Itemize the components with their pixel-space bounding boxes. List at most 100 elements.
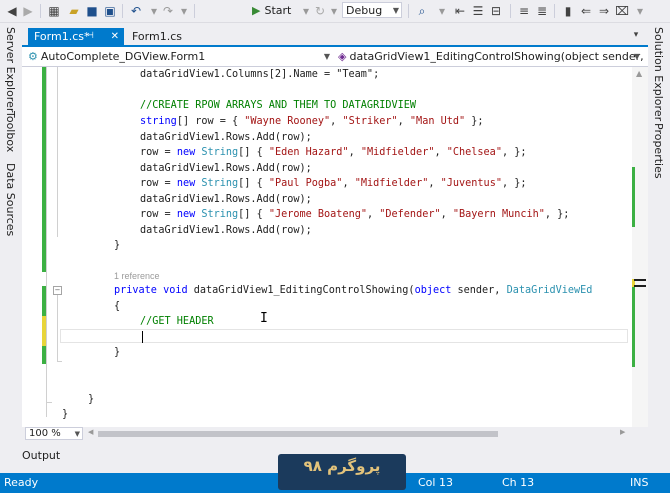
code-line: row = new String[] { "Jerome Boateng", "… bbox=[140, 209, 570, 220]
zoom-level-value: 100 % bbox=[29, 428, 61, 439]
class-scope-dropdown[interactable]: ⚙ AutoComplete_DGView.Form1 ▼ bbox=[28, 49, 334, 64]
undo-icon[interactable]: ↶ bbox=[128, 3, 144, 19]
scrollbar-change-marker bbox=[632, 287, 635, 367]
toolbar-separator bbox=[122, 4, 123, 18]
right-tool-window-strip: Solution Explorer Properties bbox=[648, 23, 670, 453]
code-string: "Jerome Boateng" bbox=[268, 209, 367, 220]
format-icon[interactable]: ☰ bbox=[470, 3, 486, 19]
navigation-bar: ⚙ AutoComplete_DGView.Form1 ▼ ◈ dataGridVie… bbox=[22, 47, 648, 67]
new-project-icon[interactable]: ▦ bbox=[46, 3, 62, 19]
outline-guide bbox=[46, 67, 47, 417]
code-keyword: new bbox=[176, 178, 196, 189]
uncomment-icon[interactable]: ≣ bbox=[534, 3, 550, 19]
left-tool-window-strip: Server Explorer Toolbox Data Sources bbox=[0, 23, 22, 453]
collapse-toggle-icon[interactable]: − bbox=[53, 286, 62, 295]
toolbar-separator bbox=[510, 4, 511, 18]
code-line: dataGridView1.Rows.Add(row); bbox=[140, 223, 312, 239]
code-keyword: private bbox=[114, 285, 157, 296]
find-dropdown-icon[interactable]: ▾ bbox=[434, 3, 450, 19]
status-char: Ch 13 bbox=[502, 476, 535, 489]
outline-icon[interactable]: ⊟ bbox=[488, 3, 504, 19]
redo-icon[interactable]: ↷ bbox=[160, 3, 176, 19]
bookmark-clear-icon[interactable]: ⌧ bbox=[614, 3, 630, 19]
tab-form1-cs[interactable]: Form1.cs* ⊣ ✕ bbox=[28, 28, 124, 45]
redo-dropdown-icon[interactable]: ▾ bbox=[176, 3, 192, 19]
zoom-level-select[interactable]: 100 % ▼ bbox=[25, 427, 83, 440]
code-string: "Wayne Rooney" bbox=[244, 116, 331, 127]
code-lens-reference[interactable]: 1 reference bbox=[114, 271, 160, 281]
bookmark-icon[interactable]: ▮ bbox=[560, 3, 576, 19]
output-window-tab[interactable]: Output bbox=[22, 449, 72, 463]
server-explorer-tab[interactable]: Server Explorer bbox=[4, 27, 17, 112]
chevron-down-icon: ▼ bbox=[323, 52, 330, 61]
code-line: //GET HEADER bbox=[140, 314, 214, 330]
scrollbar-thumb[interactable] bbox=[98, 431, 498, 437]
code-text: { bbox=[114, 301, 121, 312]
toolbar-separator bbox=[554, 4, 555, 18]
toolbar-separator bbox=[408, 4, 409, 18]
code-string: "Midfielder" bbox=[354, 178, 429, 189]
find-icon[interactable]: ⌕ bbox=[414, 3, 430, 19]
method-icon: ◈ bbox=[338, 50, 347, 63]
back-icon[interactable]: ◀ bbox=[4, 3, 20, 19]
solution-config-value: Debug bbox=[346, 4, 383, 17]
toolbox-tab[interactable]: Toolbox bbox=[4, 111, 17, 152]
solution-config-select[interactable]: Debug ▼ bbox=[342, 2, 402, 18]
code-keyword: new bbox=[176, 209, 196, 220]
code-string: "Chelsea" bbox=[446, 147, 502, 158]
toolbar-overflow-icon[interactable]: ▾ bbox=[632, 3, 648, 19]
save-icon[interactable]: ■ bbox=[84, 3, 100, 19]
solution-explorer-tab[interactable]: Solution Explorer bbox=[652, 27, 665, 121]
vertical-scrollbar[interactable]: ▲ bbox=[632, 67, 648, 427]
pin-icon[interactable]: ⊣ bbox=[86, 28, 94, 45]
code-text: } bbox=[88, 394, 95, 405]
open-folder-icon[interactable]: ▰ bbox=[66, 3, 82, 19]
code-comment: //GET HEADER bbox=[140, 316, 214, 327]
close-icon[interactable]: ✕ bbox=[111, 28, 119, 45]
code-type: String bbox=[201, 147, 239, 158]
code-text: dataGridView1.Rows.Add(row); bbox=[140, 194, 312, 205]
code-text: dataGridView1_EditingControlShowing( bbox=[187, 285, 415, 296]
scroll-right-icon[interactable]: ▶ bbox=[620, 428, 625, 436]
tab-form1-design[interactable]: Form1.cs [Design]* bbox=[126, 28, 236, 60]
data-sources-tab[interactable]: Data Sources bbox=[4, 163, 17, 236]
forward-icon[interactable]: ▶ bbox=[20, 3, 36, 19]
code-editor[interactable]: − dataGridView1.Columns[2].Name = "Team"… bbox=[22, 67, 632, 427]
current-line-highlight bbox=[60, 329, 628, 343]
editor-bottom-bar: 100 % ▼ ◀ ▶ bbox=[22, 427, 648, 441]
start-label: Start bbox=[264, 4, 292, 17]
bookmark-prev-icon[interactable]: ⇐ bbox=[578, 3, 594, 19]
class-scope-value: AutoComplete_DGView.Form1 bbox=[40, 50, 206, 63]
code-text: [] row = { bbox=[176, 116, 245, 127]
code-line: } bbox=[114, 238, 120, 254]
bookmark-next-icon[interactable]: ⇒ bbox=[596, 3, 612, 19]
tab-list-dropdown-icon[interactable]: ▾ bbox=[628, 27, 644, 43]
start-debug-button[interactable]: ▶ Start bbox=[248, 2, 295, 20]
chevron-down-icon: ▼ bbox=[392, 6, 399, 15]
member-scope-dropdown[interactable]: ◈ dataGridView1_EditingControlShowing(obj… bbox=[338, 49, 644, 64]
scroll-left-icon[interactable]: ◀ bbox=[88, 428, 93, 436]
code-type: String bbox=[201, 209, 239, 220]
code-type: DataGridViewEd bbox=[506, 285, 593, 296]
ibeam-cursor-icon: I bbox=[260, 311, 268, 326]
code-string: "Man Utd" bbox=[409, 116, 466, 127]
code-text: dataGridView1.Columns[2].Name = "Team"; bbox=[140, 69, 380, 80]
code-string: "Striker" bbox=[342, 116, 398, 127]
tab-label: Form1.cs* bbox=[34, 30, 90, 43]
code-text: } bbox=[62, 409, 69, 420]
play-icon: ▶ bbox=[252, 4, 261, 17]
main-toolbar: ◀ ▶ ▦ ▰ ■ ▣ ↶ ▾ ↷ ▾ ▶ Start ▾ ↻ ▾ Debug ▼ … bbox=[0, 0, 670, 23]
code-keyword: new bbox=[176, 147, 196, 158]
scrollbar-caret-marker bbox=[634, 279, 646, 281]
code-line: } bbox=[62, 407, 68, 423]
comment-icon[interactable]: ≡ bbox=[516, 3, 532, 19]
save-all-icon[interactable]: ▣ bbox=[102, 3, 118, 19]
horizontal-scrollbar[interactable]: ◀ ▶ bbox=[88, 428, 628, 438]
navigate-icon[interactable]: ⇤ bbox=[452, 3, 468, 19]
code-keyword: void bbox=[163, 285, 188, 296]
code-text: row = bbox=[140, 209, 177, 220]
refresh-dropdown-icon[interactable]: ▾ bbox=[326, 3, 342, 19]
toolbar-separator bbox=[194, 4, 195, 18]
properties-tab[interactable]: Properties bbox=[652, 123, 665, 179]
scroll-up-icon[interactable]: ▲ bbox=[636, 69, 642, 78]
